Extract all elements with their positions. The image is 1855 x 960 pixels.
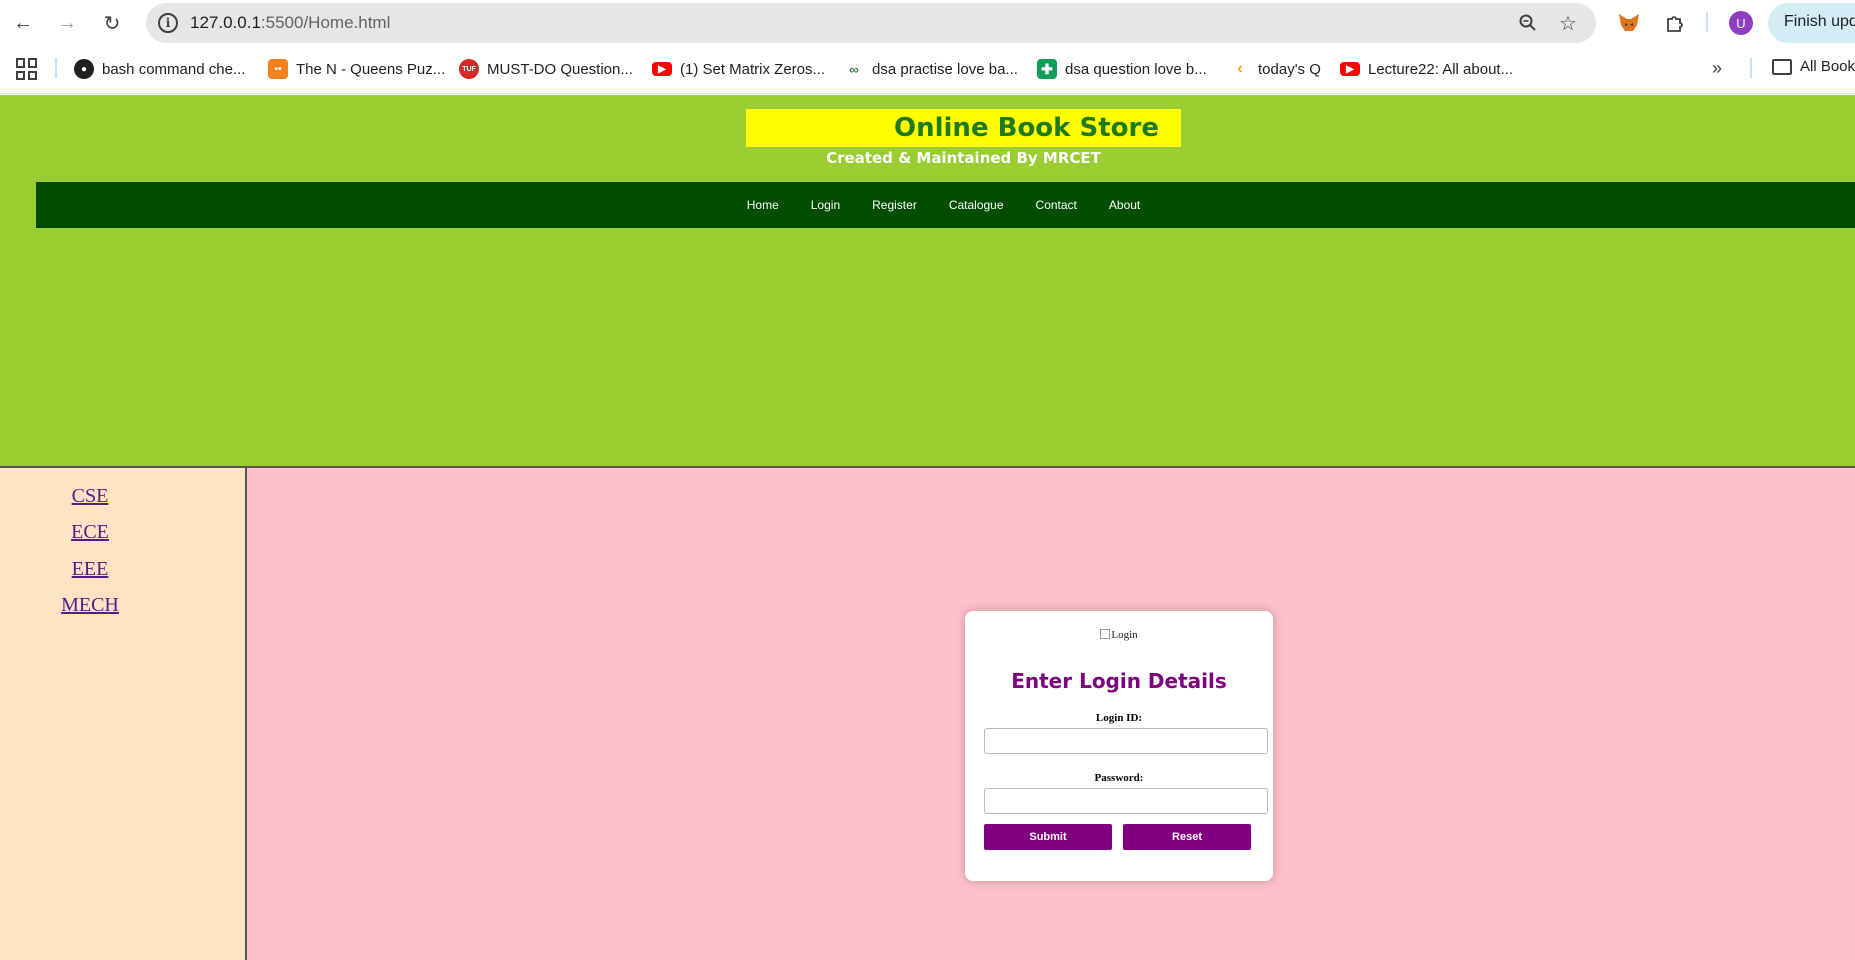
bookmarks-separator xyxy=(1750,58,1752,78)
profile-avatar[interactable]: U xyxy=(1729,11,1753,35)
gfg-icon: ∞ xyxy=(849,61,859,77)
login-image-alt: Login xyxy=(1111,629,1138,641)
nav-home[interactable]: Home xyxy=(731,182,795,228)
zoom-icon[interactable] xyxy=(1516,11,1540,35)
bookmark-label: Lecture22: All about... xyxy=(1368,60,1514,78)
all-bookmarks-label: All Bookmarks xyxy=(1800,58,1855,75)
nav-about[interactable]: About xyxy=(1093,182,1156,228)
youtube-icon: ▶ xyxy=(1340,62,1360,76)
url-text[interactable]: 127.0.0.1:5500/Home.html xyxy=(190,13,390,33)
dept-link-cse[interactable]: CSE xyxy=(0,485,180,508)
password-label: Password: xyxy=(1094,772,1144,784)
bookmarks-bar: ● bash command che... •• The N - Queens … xyxy=(0,46,1855,94)
dept-link-ece[interactable]: ECE xyxy=(0,521,180,544)
reload-icon[interactable]: ↻ xyxy=(97,8,127,38)
leetcode-icon: ‹ xyxy=(1237,60,1243,77)
codingninjas-icon: •• xyxy=(268,59,288,79)
department-sidebar: CSE ECE EEE MECH xyxy=(0,468,245,960)
header-frame: Online Book Store Created & Maintained B… xyxy=(0,95,1855,467)
bookmark-item[interactable]: ‹ today's Q xyxy=(1230,58,1321,80)
url-host: 127.0.0.1 xyxy=(190,13,261,32)
nav-register[interactable]: Register xyxy=(856,182,933,228)
bookmarks-separator xyxy=(55,58,57,78)
address-bar[interactable]: i 127.0.0.1:5500/Home.html ☆ xyxy=(146,3,1596,43)
bookmark-item[interactable]: ∞ dsa practise love ba... xyxy=(844,58,1018,80)
apps-grid-icon[interactable] xyxy=(16,58,38,80)
login-card: Login Enter Login Details Login ID: Pass… xyxy=(965,611,1273,881)
tuf-icon: TUF xyxy=(459,59,479,79)
nav-links: Home Login Register Catalogue Contact Ab… xyxy=(0,182,1855,228)
bookmark-item[interactable]: TUF MUST-DO Question... xyxy=(459,58,633,80)
site-info-icon[interactable]: i xyxy=(158,13,178,33)
bookmark-label: (1) Set Matrix Zeros... xyxy=(680,60,826,78)
content-frame: Login Enter Login Details Login ID: Pass… xyxy=(247,468,1855,960)
login-image: Login xyxy=(965,629,1273,641)
bookmark-item[interactable]: •• The N - Queens Puz... xyxy=(268,58,445,80)
bookmark-label: MUST-DO Question... xyxy=(487,60,633,78)
dept-link-mech[interactable]: MECH xyxy=(0,594,180,617)
forward-arrow-icon[interactable]: → xyxy=(52,8,82,38)
bookmark-label: dsa question love b... xyxy=(1065,60,1207,78)
bookmark-item[interactable]: ● bash command che... xyxy=(74,58,245,80)
more-bookmarks-icon[interactable]: » xyxy=(1712,58,1722,79)
nav-catalogue[interactable]: Catalogue xyxy=(933,182,1020,228)
bookmark-star-icon[interactable]: ☆ xyxy=(1556,11,1580,35)
bookmark-label: dsa practise love ba... xyxy=(872,60,1018,78)
password-input[interactable] xyxy=(984,788,1268,814)
nav-login[interactable]: Login xyxy=(795,182,856,228)
folder-icon xyxy=(1772,58,1792,75)
nav-contact[interactable]: Contact xyxy=(1020,182,1093,228)
login-heading: Enter Login Details xyxy=(1011,669,1227,693)
login-id-input[interactable] xyxy=(984,728,1268,754)
back-arrow-icon[interactable]: ← xyxy=(8,8,38,38)
extensions-puzzle-icon[interactable] xyxy=(1662,10,1688,36)
bookmark-label: The N - Queens Puz... xyxy=(296,60,446,78)
title-banner: Online Book Store xyxy=(746,109,1181,147)
bookmark-item[interactable]: ▶ (1) Set Matrix Zeros... xyxy=(652,58,825,80)
metamask-fox-icon[interactable] xyxy=(1616,10,1642,36)
dept-link-eee[interactable]: EEE xyxy=(0,558,180,581)
youtube-icon: ▶ xyxy=(652,62,672,76)
submit-button[interactable]: Submit xyxy=(984,824,1112,850)
broken-image-icon xyxy=(1100,629,1111,639)
github-icon: ● xyxy=(74,59,94,79)
bookmark-item[interactable]: ▶ Lecture22: All about... xyxy=(1340,58,1513,80)
toolbar-separator xyxy=(1706,12,1708,32)
login-id-label: Login ID: xyxy=(1095,712,1143,724)
finish-update-button[interactable]: Finish update xyxy=(1768,3,1855,43)
page-title: Online Book Store xyxy=(894,113,1159,143)
browser-toolbar: ← → ↻ i 127.0.0.1:5500/Home.html ☆ U Fin… xyxy=(0,0,1855,46)
bookmark-item[interactable]: ✚ dsa question love b... xyxy=(1037,58,1207,80)
sheets-icon: ✚ xyxy=(1037,59,1057,79)
reset-button[interactable]: Reset xyxy=(1123,824,1251,850)
bookmark-label: bash command che... xyxy=(102,60,246,78)
page-subtitle: Created & Maintained By MRCET xyxy=(826,149,1101,167)
url-path: :5500/Home.html xyxy=(260,13,391,32)
bookmark-label: today's Q xyxy=(1258,60,1321,78)
all-bookmarks-button[interactable]: All Bookmarks xyxy=(1772,58,1855,75)
